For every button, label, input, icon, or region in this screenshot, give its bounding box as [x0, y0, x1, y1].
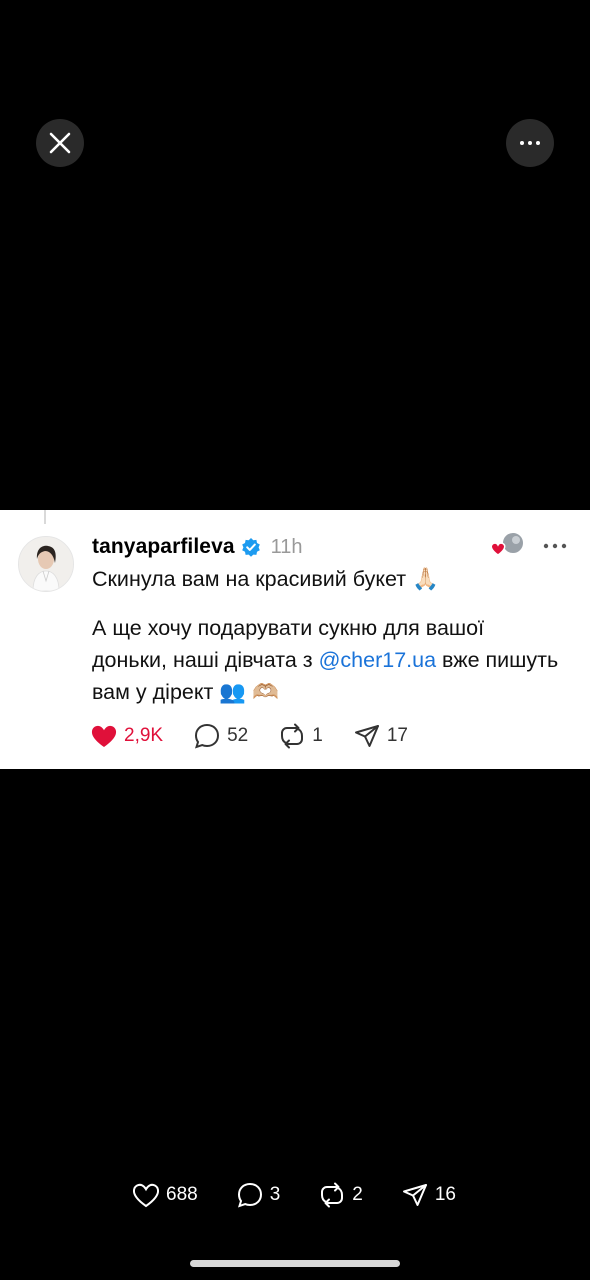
verified-badge-icon: [241, 538, 260, 557]
comment-button[interactable]: 3: [236, 1181, 281, 1209]
comment-button[interactable]: 52: [193, 722, 248, 750]
more-horizontal-icon: [543, 543, 567, 549]
close-button[interactable]: [36, 119, 84, 167]
share-count: 16: [434, 1184, 456, 1205]
like-count: 2,9K: [124, 725, 164, 746]
post-more-button[interactable]: [540, 534, 570, 558]
like-count: 688: [166, 1184, 198, 1205]
like-button[interactable]: 688: [132, 1182, 198, 1208]
mention-link[interactable]: @cher17.ua: [319, 648, 436, 672]
repost-count: 2: [352, 1184, 363, 1205]
post-text-paragraph: А ще хочу подарувати сукню для вашої дон…: [92, 612, 562, 708]
emoji: 👥 🫶🏼: [219, 680, 279, 704]
comment-count: 52: [227, 725, 249, 746]
post-actions: 2,9K 52 1 17: [90, 719, 438, 753]
share-count: 17: [386, 725, 408, 746]
post-header: tanyaparfileva 11h: [92, 533, 303, 561]
close-icon: [49, 132, 71, 154]
repost-button[interactable]: 1: [278, 722, 323, 750]
comment-icon: [237, 1182, 262, 1208]
bottom-actions: 688 3 2 16: [132, 1178, 494, 1212]
heart-filled-icon: [91, 725, 117, 747]
repost-icon: [321, 1182, 344, 1208]
share-button[interactable]: 16: [401, 1181, 456, 1209]
username[interactable]: tanyaparfileva: [92, 535, 235, 559]
repost-count: 1: [312, 725, 323, 746]
avatar[interactable]: [18, 536, 74, 592]
more-horizontal-icon: [520, 141, 540, 145]
thread-line: [44, 510, 46, 524]
home-indicator[interactable]: [190, 1260, 400, 1267]
like-button[interactable]: 2,9K: [90, 723, 163, 749]
comment-icon: [195, 723, 220, 749]
heart-icon: [132, 1183, 160, 1208]
more-options-button[interactable]: [506, 119, 554, 167]
comment-count: 3: [269, 1184, 281, 1205]
liker-avatars[interactable]: [487, 530, 527, 560]
send-icon: [354, 725, 379, 747]
share-button[interactable]: 17: [353, 722, 408, 750]
pray-emoji: 🙏🏻: [412, 567, 439, 591]
post-text-line1: Скинула вам на красивий букет 🙏🏻: [92, 563, 562, 595]
post-text: Скинула вам на красивий букет: [92, 567, 407, 591]
post-time: 11h: [270, 535, 303, 558]
repost-icon: [281, 723, 304, 749]
repost-button[interactable]: 2: [318, 1181, 363, 1209]
send-icon: [402, 1184, 427, 1206]
